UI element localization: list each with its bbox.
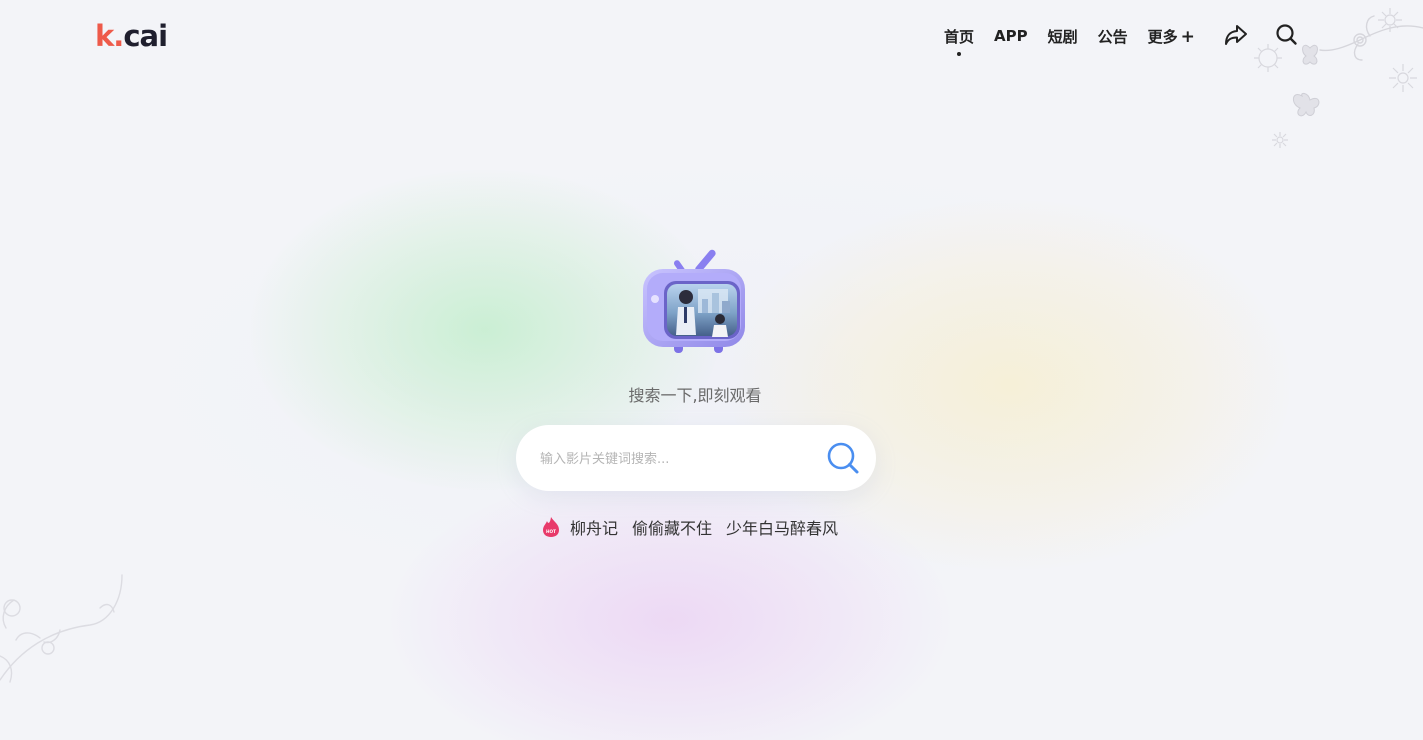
hot-flame-icon: HOT bbox=[543, 517, 559, 537]
logo-letter-k: k bbox=[95, 19, 114, 53]
search-submit-icon[interactable] bbox=[826, 441, 860, 475]
share-icon[interactable] bbox=[1223, 22, 1249, 48]
main-nav: 首页 APP 短剧 公告 更多 + bbox=[944, 24, 1215, 48]
nav-more-label: 更多 bbox=[1147, 27, 1178, 46]
hot-keywords: HOT 柳舟记 偷偷藏不住 少年白马醉春风 bbox=[541, 515, 852, 539]
floral-decoration-bottom-left bbox=[0, 574, 123, 683]
hot-keyword-link[interactable]: 少年白马醉春风 bbox=[726, 515, 838, 539]
nav-more[interactable]: 更多 + bbox=[1148, 26, 1195, 47]
background-glow bbox=[120, 150, 1320, 610]
hot-keyword-link[interactable]: 偷偷藏不住 bbox=[632, 515, 712, 539]
search-icon[interactable] bbox=[1274, 22, 1300, 48]
nav-short-drama[interactable]: 短剧 bbox=[1048, 26, 1078, 47]
tagline: 搜索一下,即刻观看 bbox=[628, 386, 762, 405]
search-box bbox=[516, 425, 876, 491]
logo-dot: . bbox=[113, 19, 124, 53]
floral-decoration-top-right bbox=[1254, 8, 1423, 148]
background-glow-purple bbox=[390, 470, 950, 740]
site-logo[interactable]: k.cai bbox=[95, 19, 168, 53]
logo-text: cai bbox=[123, 19, 168, 53]
hot-badge-text: HOT bbox=[546, 529, 556, 534]
plus-icon: + bbox=[1180, 26, 1195, 47]
nav-home[interactable]: 首页 bbox=[944, 26, 974, 47]
search-input[interactable] bbox=[538, 445, 822, 473]
hot-keyword-link[interactable]: 柳舟记 bbox=[570, 515, 618, 539]
nav-announcement[interactable]: 公告 bbox=[1098, 26, 1128, 47]
nav-app[interactable]: APP bbox=[994, 27, 1028, 45]
tv-illustration bbox=[643, 249, 745, 353]
